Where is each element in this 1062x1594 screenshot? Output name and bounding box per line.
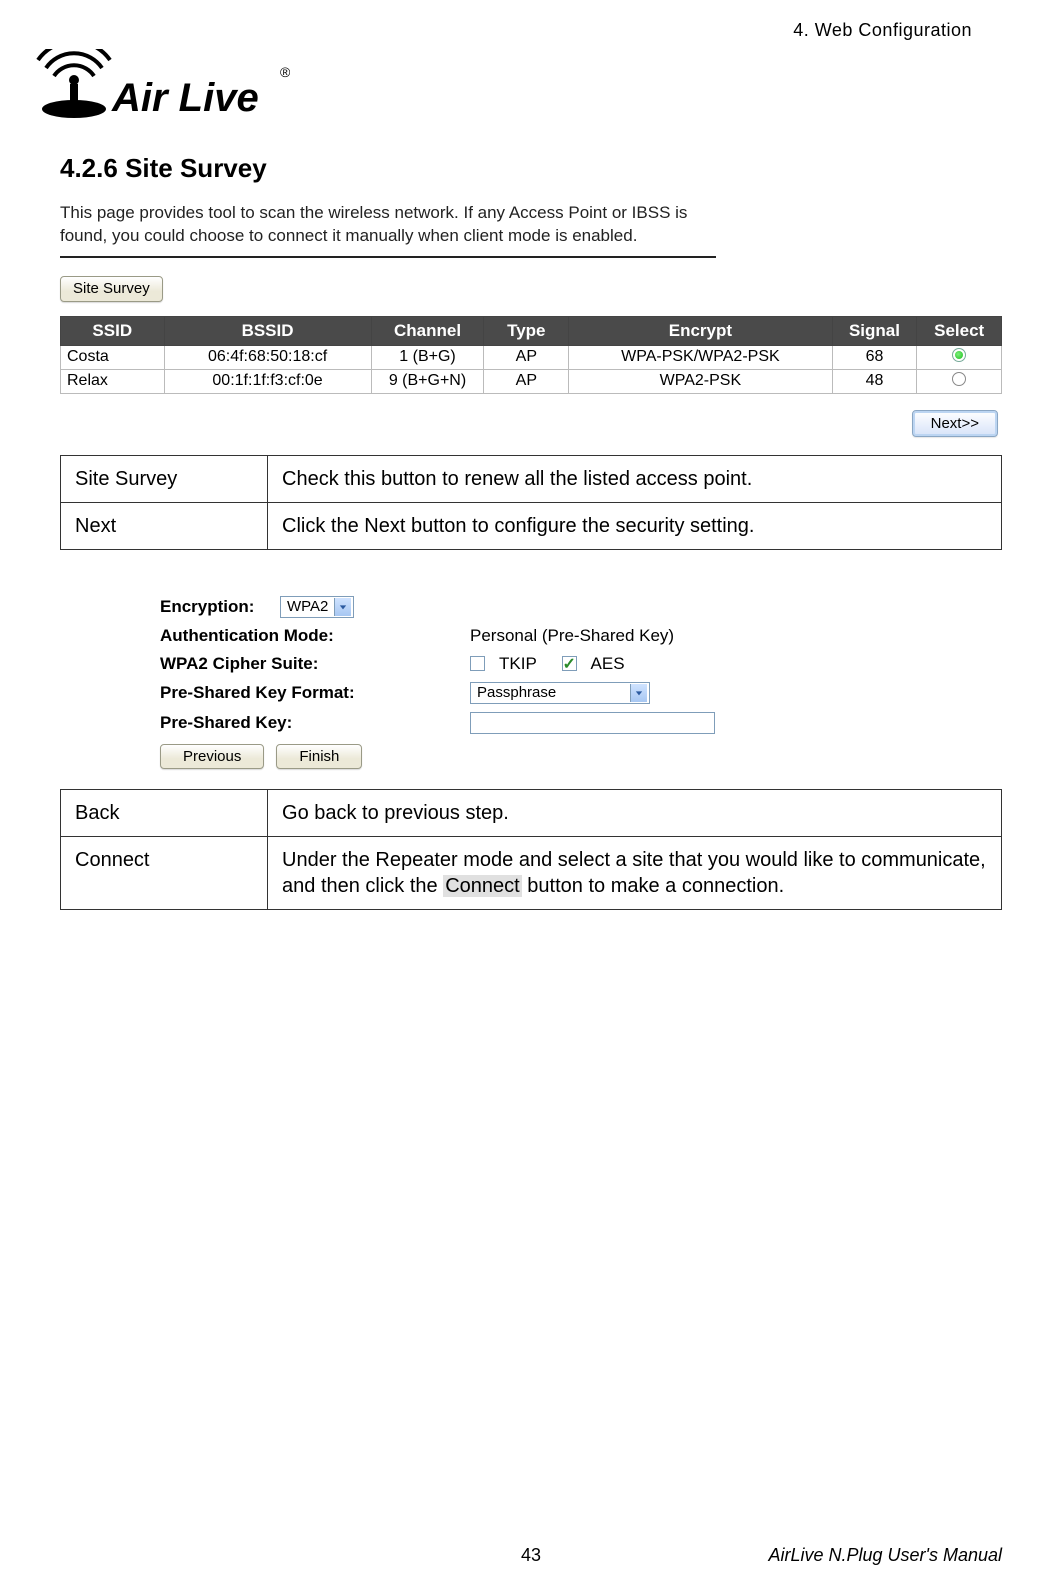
chevron-down-icon: [334, 598, 351, 616]
def-value: Click the Next button to configure the s…: [268, 502, 1002, 549]
col-signal: Signal: [832, 316, 917, 345]
auth-mode-value: Personal (Pre-Shared Key): [470, 626, 920, 646]
site-survey-button[interactable]: Site Survey: [60, 276, 163, 302]
site-survey-table: SSID BSSID Channel Type Encrypt Signal S…: [60, 316, 1002, 394]
divider: [60, 256, 716, 258]
chapter-header: 4. Web Configuration: [60, 20, 1002, 41]
connect-highlight: Connect: [443, 875, 522, 897]
cipher-suite-label: WPA2 Cipher Suite:: [160, 654, 470, 674]
finish-button[interactable]: Finish: [276, 744, 362, 769]
def-value: Check this button to renew all the liste…: [268, 455, 1002, 502]
col-ssid: SSID: [61, 316, 165, 345]
brand-logo: Air Live ®: [30, 49, 1002, 129]
table-row: Relax 00:1f:1f:f3:cf:0e 9 (B+G+N) AP WPA…: [61, 369, 1002, 393]
aes-checkbox[interactable]: [562, 656, 577, 671]
col-encrypt: Encrypt: [569, 316, 832, 345]
definitions-table-2: Back Go back to previous step. Connect U…: [60, 789, 1002, 910]
def-key: Site Survey: [61, 455, 268, 502]
manual-title: AirLive N.Plug User's Manual: [688, 1545, 1002, 1566]
shot-description: This page provides tool to scan the wire…: [60, 202, 720, 248]
def-key: Connect: [61, 836, 268, 909]
tkip-label: TKIP: [499, 654, 537, 674]
def-key: Back: [61, 789, 268, 836]
tkip-checkbox[interactable]: [470, 656, 485, 671]
psk-format-label: Pre-Shared Key Format:: [160, 683, 470, 703]
next-button[interactable]: Next>>: [912, 410, 998, 437]
psk-input[interactable]: [470, 712, 715, 734]
select-radio-icon[interactable]: [952, 348, 966, 362]
encryption-label: Encryption:: [160, 597, 280, 617]
site-survey-screenshot: This page provides tool to scan the wire…: [60, 202, 1002, 437]
def-key: Next: [61, 502, 268, 549]
chevron-down-icon: [630, 684, 647, 702]
definitions-table-1: Site Survey Check this button to renew a…: [60, 455, 1002, 550]
col-bssid: BSSID: [164, 316, 371, 345]
encryption-select[interactable]: WPA2: [280, 596, 354, 618]
col-select: Select: [917, 316, 1002, 345]
airlive-logo-icon: Air Live ®: [30, 49, 290, 129]
psk-format-select[interactable]: Passphrase: [470, 682, 650, 704]
section-heading: 4.2.6 Site Survey: [60, 153, 1002, 184]
previous-button[interactable]: Previous: [160, 744, 264, 769]
psk-label: Pre-Shared Key:: [160, 713, 470, 733]
select-radio-icon[interactable]: [952, 372, 966, 386]
table-row: Costa 06:4f:68:50:18:cf 1 (B+G) AP WPA-P…: [61, 345, 1002, 369]
page-number: 43: [374, 1545, 688, 1566]
svg-text:®: ®: [280, 64, 290, 80]
def-value: Go back to previous step.: [268, 789, 1002, 836]
svg-text:Air Live: Air Live: [111, 76, 259, 120]
col-channel: Channel: [371, 316, 484, 345]
def-value: Under the Repeater mode and select a sit…: [268, 836, 1002, 909]
col-type: Type: [484, 316, 569, 345]
security-setting-screenshot: Encryption: WPA2 Authentication Mode: Pe…: [160, 596, 920, 769]
auth-mode-label: Authentication Mode:: [160, 626, 470, 646]
aes-label: AES: [591, 654, 625, 674]
page-footer: 43 AirLive N.Plug User's Manual: [60, 1545, 1002, 1566]
